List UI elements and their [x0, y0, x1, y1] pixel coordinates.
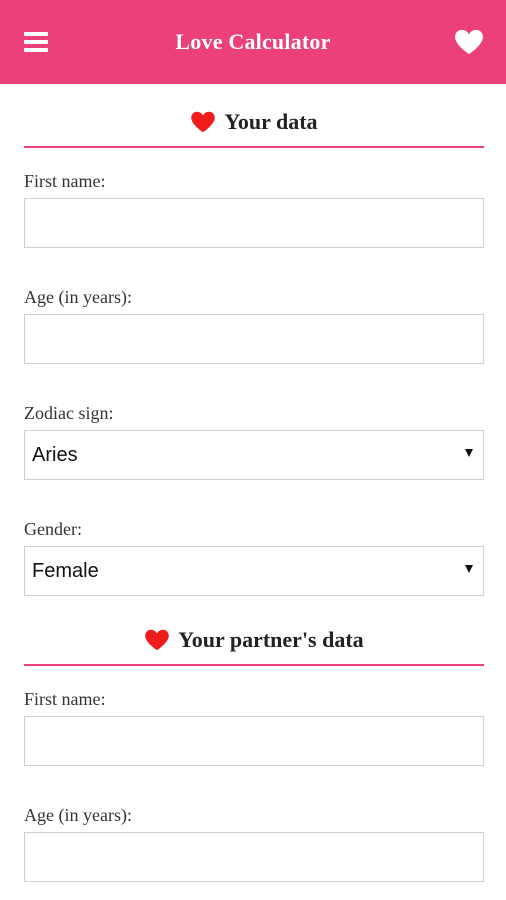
section-title: Your partner's data: [178, 627, 364, 652]
zodiac-sign-value: Aries: [32, 444, 78, 466]
hamburger-icon-bar-3: [24, 48, 48, 52]
gender-label: Gender:: [24, 519, 82, 539]
dropdown-arrow-icon: [465, 565, 473, 573]
menu-button[interactable]: [24, 32, 48, 52]
zodiac-sign-label: Zodiac sign:: [24, 403, 114, 423]
app-bar: Love Calculator: [0, 0, 506, 84]
first-name-input[interactable]: [24, 198, 484, 248]
form-content: Your data First name: Age (in years): Zo…: [24, 84, 484, 882]
partner-first-name-input[interactable]: [24, 716, 484, 766]
gender-value: Female: [32, 560, 99, 582]
partner-data-heading: Your partner's data: [24, 602, 484, 666]
section-title: Your data: [224, 109, 318, 134]
hamburger-icon-bar-2: [24, 40, 48, 44]
heart-icon: [191, 111, 216, 133]
favorites-button[interactable]: [454, 29, 484, 55]
heart-icon: [455, 29, 483, 55]
age-input[interactable]: [24, 314, 484, 364]
your-data-heading: Your data: [24, 84, 484, 148]
partner-age-label: Age (in years):: [24, 805, 132, 825]
partner-first-name-label: First name:: [24, 689, 106, 709]
age-label: Age (in years):: [24, 287, 132, 307]
hamburger-icon-bar-1: [24, 32, 48, 36]
zodiac-sign-select[interactable]: Aries: [24, 430, 484, 480]
gender-select[interactable]: Female: [24, 546, 484, 596]
dropdown-arrow-icon: [465, 449, 473, 457]
partner-age-input[interactable]: [24, 832, 484, 882]
app-title: Love Calculator: [175, 29, 331, 54]
heart-icon: [145, 629, 170, 651]
first-name-label: First name:: [24, 171, 106, 191]
